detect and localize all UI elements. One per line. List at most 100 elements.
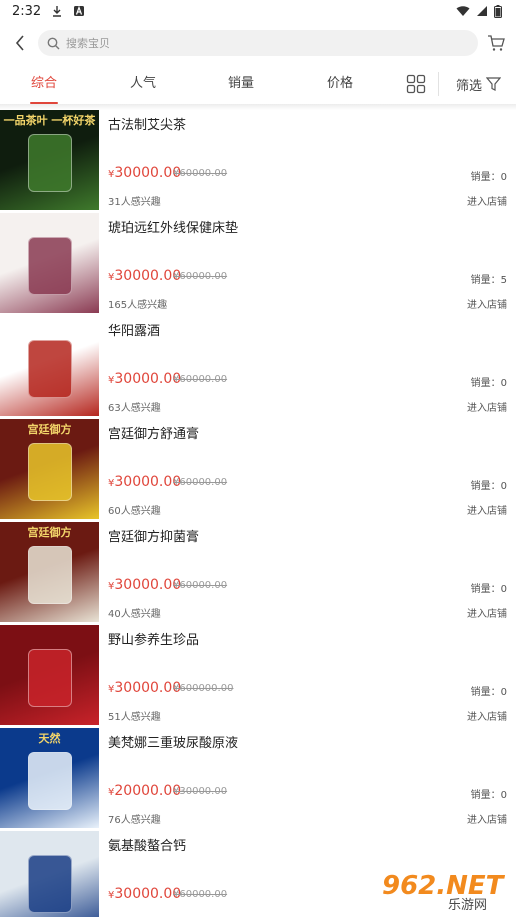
product-price: ¥30000.00 — [108, 165, 182, 181]
product-item[interactable]: 宫廷御方 宫廷御方抑菌膏 ¥30000.00 ¥60000.00 销量：0 40… — [0, 522, 516, 625]
product-sales: 销量：0 — [470, 378, 507, 389]
product-price-value: 30000.00 — [114, 680, 182, 696]
product-price: ¥30000.00 — [108, 474, 182, 490]
product-price-value: 30000.00 — [114, 886, 182, 902]
product-name: 野山参养生珍品 — [108, 633, 200, 648]
enter-store-link[interactable]: 进入店铺 — [467, 399, 507, 414]
product-image-shape — [28, 134, 72, 192]
watermark-sub: 乐游网 — [448, 898, 487, 912]
search-box[interactable] — [38, 30, 478, 56]
search-icon — [47, 37, 60, 49]
cart-icon[interactable] — [486, 33, 506, 53]
product-name: 氨基酸螯合钙 — [108, 839, 187, 854]
product-name: 宫廷御方舒通膏 — [108, 427, 200, 442]
watermark-logo: 962.NET 乐游网 — [376, 866, 512, 912]
product-price: ¥30000.00 — [108, 680, 182, 696]
product-thumbnail[interactable] — [0, 316, 99, 416]
product-item[interactable]: 华阳露酒 ¥30000.00 ¥60000.00 销量：0 63人感兴趣 进入店… — [0, 316, 516, 419]
sort-tab-popularity[interactable]: 人气 — [123, 64, 163, 104]
search-row — [0, 26, 516, 60]
product-list: 一品茶叶 一杯好茶 古法制艾尖茶 ¥30000.00 ¥60000.00 销量：… — [0, 110, 516, 917]
product-image-banner: 宫廷御方 — [27, 423, 72, 436]
product-price-value: 30000.00 — [114, 268, 182, 284]
enter-store-link[interactable]: 进入店铺 — [467, 193, 507, 208]
sort-bar: 综合 人气 销量 价格 筛选 — [0, 64, 516, 104]
wifi-icon — [456, 6, 470, 16]
funnel-icon — [486, 77, 502, 91]
product-thumbnail[interactable]: 天然 — [0, 728, 99, 828]
product-interest: 165人感兴趣 — [108, 300, 168, 311]
grid-view-icon[interactable] — [406, 74, 426, 94]
product-price: ¥30000.00 — [108, 268, 182, 284]
product-image-shape — [28, 649, 72, 707]
enter-store-link[interactable]: 进入店铺 — [467, 708, 507, 723]
app-a-icon — [74, 5, 85, 16]
product-price-value: 30000.00 — [114, 474, 182, 490]
sort-divider — [438, 72, 439, 96]
filter-button[interactable]: 筛选 — [456, 64, 502, 104]
product-interest: 63人感兴趣 — [108, 403, 161, 414]
product-sales: 销量：0 — [470, 481, 507, 492]
product-sales: 销量：0 — [470, 584, 507, 595]
product-interest: 31人感兴趣 — [108, 197, 161, 208]
product-price-value: 20000.00 — [114, 783, 182, 799]
product-item[interactable]: 宫廷御方 宫廷御方舒通膏 ¥30000.00 ¥60000.00 销量：0 60… — [0, 419, 516, 522]
product-item[interactable]: 琥珀远红外线保健床垫 ¥30000.00 ¥60000.00 销量：5 165人… — [0, 213, 516, 316]
product-thumbnail[interactable] — [0, 831, 99, 917]
product-original-price: ¥60000.00 — [173, 374, 228, 385]
product-original-price: ¥60000.00 — [173, 168, 228, 179]
product-price: ¥30000.00 — [108, 371, 182, 387]
product-original-price: ¥60000.00 — [173, 580, 228, 591]
product-image-banner: 一品茶叶 一杯好茶 — [3, 114, 96, 127]
product-item[interactable]: 野山参养生珍品 ¥30000.00 ¥600000.00 销量：0 51人感兴趣… — [0, 625, 516, 728]
battery-icon — [494, 4, 502, 18]
product-thumbnail[interactable]: 一品茶叶 一杯好茶 — [0, 110, 99, 210]
product-interest: 40人感兴趣 — [108, 609, 161, 620]
product-image-shape — [28, 546, 72, 604]
product-name: 琥珀远红外线保健床垫 — [108, 221, 239, 236]
sort-tab-comprehensive[interactable]: 综合 — [24, 64, 64, 104]
enter-store-link[interactable]: 进入店铺 — [467, 296, 507, 311]
product-image-shape — [28, 443, 72, 501]
product-image-shape — [28, 237, 72, 295]
product-price: ¥30000.00 — [108, 886, 182, 902]
product-thumbnail[interactable] — [0, 625, 99, 725]
product-thumbnail[interactable]: 宫廷御方 — [0, 419, 99, 519]
product-price: ¥20000.00 — [108, 783, 182, 799]
product-name: 宫廷御方抑菌膏 — [108, 530, 200, 545]
product-image-shape — [28, 340, 72, 398]
product-item[interactable]: 天然 美梵娜三重玻尿酸原液 ¥20000.00 ¥30000.00 销量：0 7… — [0, 728, 516, 831]
search-input[interactable] — [66, 36, 446, 50]
product-thumbnail[interactable] — [0, 213, 99, 313]
watermark-text: 962.NET — [382, 871, 506, 901]
product-thumbnail[interactable]: 宫廷御方 — [0, 522, 99, 622]
product-name: 美梵娜三重玻尿酸原液 — [108, 736, 239, 751]
product-sales: 销量：0 — [470, 790, 507, 801]
product-sales: 销量：5 — [470, 275, 507, 286]
product-name: 古法制艾尖茶 — [108, 118, 187, 133]
status-right — [456, 4, 502, 18]
product-image-shape — [28, 855, 72, 913]
product-original-price: ¥30000.00 — [173, 786, 228, 797]
product-image-banner: 宫廷御方 — [27, 526, 72, 539]
product-price-value: 30000.00 — [114, 165, 182, 181]
product-original-price: ¥60000.00 — [173, 889, 228, 900]
signal-icon — [477, 6, 487, 16]
enter-store-link[interactable]: 进入店铺 — [467, 811, 507, 826]
back-button[interactable] — [0, 26, 40, 60]
download-icon — [53, 6, 62, 17]
product-image-banner: 天然 — [38, 732, 61, 745]
sort-tab-sales[interactable]: 销量 — [221, 64, 261, 104]
sort-tab-price[interactable]: 价格 — [320, 64, 360, 104]
product-price-value: 30000.00 — [114, 371, 182, 387]
product-image-shape — [28, 752, 72, 810]
filter-label: 筛选 — [456, 78, 483, 94]
product-interest: 60人感兴趣 — [108, 506, 161, 517]
back-arrow-icon — [15, 35, 24, 51]
product-interest: 76人感兴趣 — [108, 815, 161, 826]
enter-store-link[interactable]: 进入店铺 — [467, 605, 507, 620]
product-sales: 销量：0 — [470, 172, 507, 183]
product-item[interactable]: 一品茶叶 一杯好茶 古法制艾尖茶 ¥30000.00 ¥60000.00 销量：… — [0, 110, 516, 213]
product-price-value: 30000.00 — [114, 577, 182, 593]
enter-store-link[interactable]: 进入店铺 — [467, 502, 507, 517]
